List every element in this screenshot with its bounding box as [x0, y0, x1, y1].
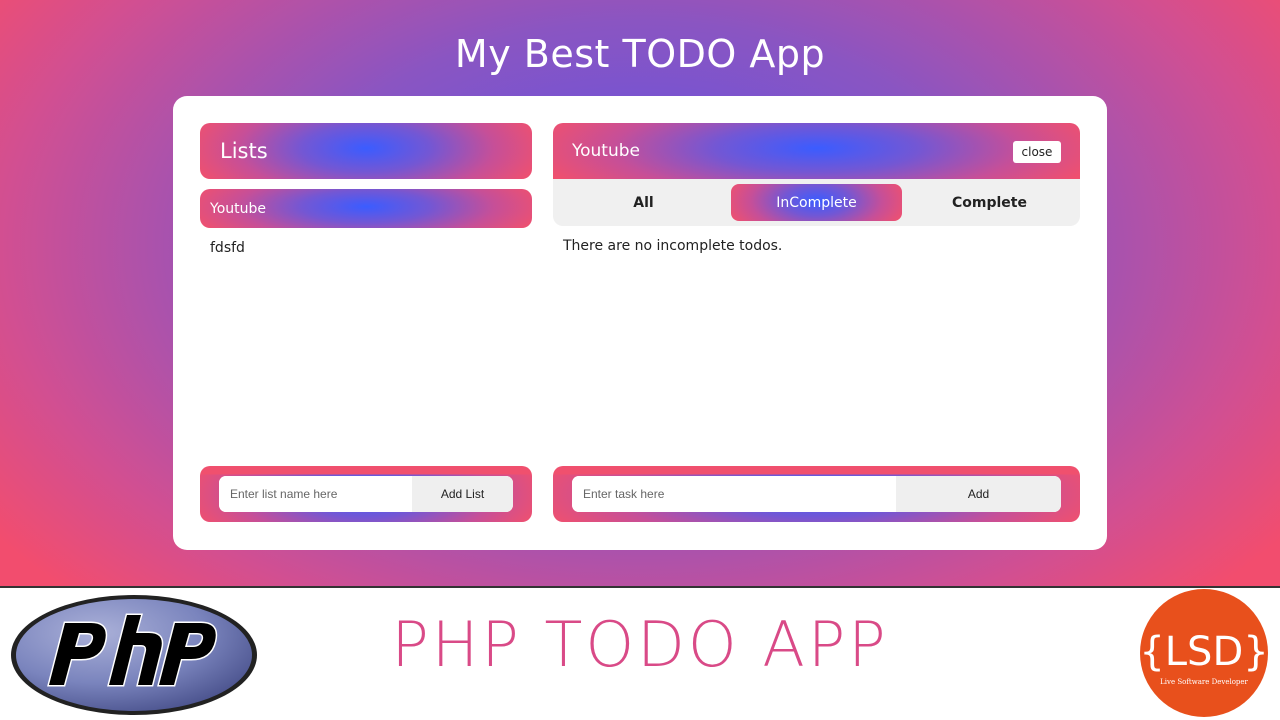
todo-list-title: Youtube — [572, 141, 640, 161]
banner: PHP TODO APP {LSD} Live Software Develop… — [0, 588, 1280, 720]
add-task-button[interactable]: Add — [896, 476, 1061, 512]
todo-list-header: Youtube close — [553, 123, 1080, 179]
app-title: My Best TODO App — [454, 32, 826, 76]
add-list-button[interactable]: Add List — [412, 476, 513, 512]
list-item-fdsfd[interactable]: fdsfd — [210, 240, 245, 256]
add-list-form: Add List — [200, 466, 532, 522]
tab-incomplete[interactable]: InComplete — [731, 184, 902, 221]
add-task-form: Add — [553, 466, 1080, 522]
list-item-youtube[interactable]: Youtube — [200, 189, 532, 228]
main-card: Lists Youtube fdsfd Youtube close All In… — [173, 96, 1107, 550]
lsd-logo-icon: {LSD} Live Software Developer — [1139, 589, 1269, 717]
svg-text:{LSD}: {LSD} — [1139, 629, 1268, 675]
filter-tabs: All InComplete Complete — [553, 179, 1080, 226]
empty-message: There are no incomplete todos. — [563, 238, 783, 254]
tab-complete[interactable]: Complete — [904, 184, 1075, 221]
app-background: My Best TODO App Lists Youtube fdsfd You… — [0, 0, 1280, 588]
task-input[interactable] — [572, 476, 896, 512]
tab-all[interactable]: All — [558, 184, 729, 221]
close-button[interactable]: close — [1013, 141, 1061, 163]
list-name-input[interactable] — [219, 476, 412, 512]
banner-title: PHP TODO APP — [391, 608, 889, 681]
lists-header: Lists — [200, 123, 532, 179]
svg-text:Live Software Developer: Live Software Developer — [1160, 678, 1248, 686]
